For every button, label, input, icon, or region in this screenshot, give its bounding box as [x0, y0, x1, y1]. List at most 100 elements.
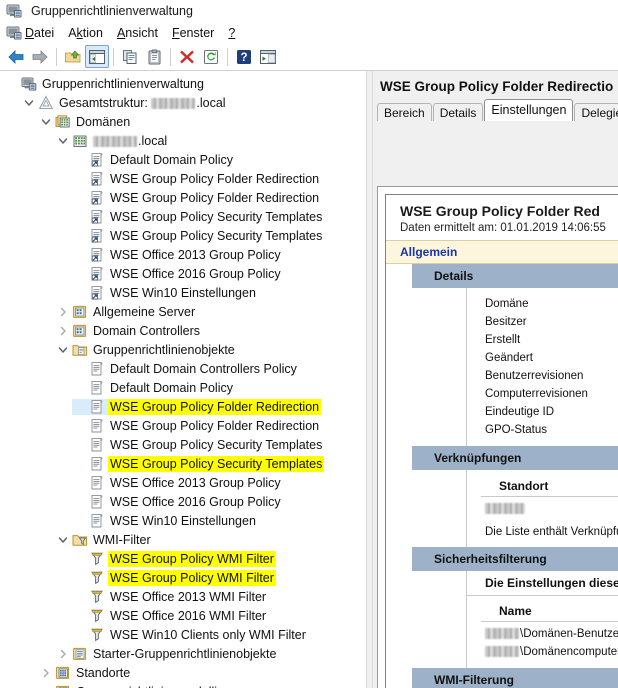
tree-item[interactable]: WMI-Filter [0, 530, 366, 549]
section-header-verknuepfungen[interactable]: Verknüpfungen [412, 446, 618, 470]
tree-item[interactable]: WSE Win10 Einstellungen [0, 511, 366, 530]
policy-tree[interactable]: Gruppenrichtlinienverwaltung Gesamtstrukt… [0, 71, 366, 688]
tree-item[interactable]: Default Domain Policy [0, 378, 366, 397]
detail-row: GPO-Status [485, 424, 547, 436]
gpo-icon [88, 418, 105, 434]
chevron-right-icon[interactable] [55, 304, 71, 320]
paste-icon[interactable] [142, 45, 166, 68]
chevron-none [72, 171, 88, 187]
help-icon[interactable]: ? [232, 45, 256, 68]
delete-icon[interactable] [175, 45, 199, 68]
gpo-link-icon [88, 152, 105, 168]
tree-item[interactable]: Domänen [0, 112, 366, 131]
tab-delegierung[interactable]: Delegierung [574, 103, 618, 121]
chevron-none [72, 494, 88, 510]
tree-item[interactable]: WSE Group Policy Folder Redirection [0, 397, 366, 416]
chevron-none [72, 266, 88, 282]
tab-bereich[interactable]: Bereich [377, 103, 432, 121]
chevron-none [72, 361, 88, 377]
tree-item[interactable]: WSE Group Policy Folder Redirection [0, 188, 366, 207]
domain-icon [71, 133, 88, 149]
chevron-down-icon[interactable] [38, 114, 54, 130]
copy-icon[interactable] [118, 45, 142, 68]
tree-item-label: Starter-Gruppenrichtlinienobjekte [93, 646, 277, 661]
tree-item-label: WSE Win10 Einstellungen [110, 513, 256, 528]
report-section-allgemein[interactable]: Allgemein [386, 240, 618, 264]
redacted-domain [485, 646, 519, 657]
tree-item[interactable]: WSE Group Policy Security Templates [0, 454, 366, 473]
section-header-sicherheitsfilterung[interactable]: Sicherheitsfilterung [412, 547, 618, 571]
details-tabs[interactable]: Bereich Details Einstellungen Delegierun… [377, 99, 618, 121]
tree-item[interactable]: WSE Office 2013 Group Policy [0, 473, 366, 492]
tree-pane[interactable]: Gruppenrichtlinienverwaltung Gesamtstrukt… [0, 71, 366, 688]
menu-datei[interactable]: Datei [25, 26, 54, 40]
chevron-none [72, 437, 88, 453]
chevron-right-icon[interactable] [38, 665, 54, 681]
chevron-down-icon[interactable] [55, 133, 71, 149]
chevron-none [72, 456, 88, 472]
tree-item[interactable]: Domain Controllers [0, 321, 366, 340]
tree-item[interactable]: Gruppenrichtlinienmodellierung [0, 682, 366, 688]
tree-item[interactable]: Standorte [0, 663, 366, 682]
tree-item-label: WSE Office 2016 Group Policy [110, 494, 281, 509]
section-header-details[interactable]: Details [412, 264, 618, 288]
security-principal-row: \Domänen-Benutzer [467, 625, 618, 643]
chevron-none [72, 513, 88, 529]
gpo-folder-icon [71, 342, 88, 358]
tree-item[interactable]: WSE Group Policy Security Templates [0, 435, 366, 454]
title-bar: Gruppenrichtlinienverwaltung [0, 0, 618, 22]
section-header-wmi-filterung[interactable]: WMI-Filterung [412, 668, 618, 688]
tree-item[interactable]: WSE Group Policy Security Templates [0, 226, 366, 245]
report-collected-at: Daten ermittelt am: 01.01.2019 14:06:55 [400, 222, 606, 234]
tree-item[interactable]: Default Domain Policy [0, 150, 366, 169]
refresh-icon[interactable] [199, 45, 223, 68]
tree-item[interactable]: WSE Group Policy WMI Filter [0, 549, 366, 568]
tree-item[interactable]: WSE Group Policy Security Templates [0, 207, 366, 226]
tree-item[interactable]: WSE Office 2016 Group Policy [0, 264, 366, 283]
tree-item[interactable]: WSE Win10 Clients only WMI Filter [0, 625, 366, 644]
tree-item-label: WSE Office 2016 WMI Filter [110, 608, 267, 623]
tree-item[interactable]: Allgemeine Server [0, 302, 366, 321]
menu-fenster[interactable]: Fenster [172, 26, 214, 40]
tree-item[interactable]: WSE Office 2016 WMI Filter [0, 606, 366, 625]
chevron-down-icon[interactable] [55, 532, 71, 548]
up-folder-icon[interactable] [61, 45, 85, 68]
export-list-icon[interactable] [256, 45, 280, 68]
chevron-right-icon[interactable] [55, 646, 71, 662]
tab-einstellungen[interactable]: Einstellungen [484, 99, 574, 121]
tree-item[interactable]: Gruppenrichtlinienobjekte [0, 340, 366, 359]
tree-item[interactable]: Default Domain Controllers Policy [0, 359, 366, 378]
tree-item[interactable]: .local [0, 131, 366, 150]
gpo-icon [88, 399, 105, 415]
detail-row: Erstellt [485, 334, 521, 346]
menu-aktion[interactable]: Aktion [68, 26, 103, 40]
menu-ansicht[interactable]: Ansicht [117, 26, 158, 40]
console-icon [20, 76, 37, 92]
tree-item[interactable]: WSE Office 2013 WMI Filter [0, 587, 366, 606]
tree-item[interactable]: WSE Group Policy WMI Filter [0, 568, 366, 587]
chevron-down-icon[interactable] [55, 342, 71, 358]
chevron-none [72, 551, 88, 567]
section-body-details: Domäne Besitzer Erstellt Geändert Benutz… [466, 288, 618, 446]
tree-item[interactable]: WSE Group Policy Folder Redirection [0, 169, 366, 188]
tree-item[interactable]: WSE Office 2013 Group Policy [0, 245, 366, 264]
tree-item[interactable]: WSE Group Policy Folder Redirection [0, 416, 366, 435]
back-icon[interactable] [4, 45, 28, 68]
chevron-right-icon[interactable] [55, 323, 71, 339]
gpo-icon [88, 475, 105, 491]
ou-icon [71, 323, 88, 339]
tree-item[interactable]: Gruppenrichtlinienverwaltung [0, 74, 366, 93]
splitter-handle[interactable] [366, 71, 373, 688]
details-pane: WSE Group Policy Folder Redirectio Berei… [373, 71, 618, 688]
tree-item[interactable]: Starter-Gruppenrichtlinienobjekte [0, 644, 366, 663]
tab-details[interactable]: Details [432, 103, 484, 121]
tree-item[interactable]: WSE Win10 Einstellungen [0, 283, 366, 302]
tree-item-label: Default Domain Controllers Policy [110, 361, 297, 376]
chevron-down-icon[interactable] [21, 95, 37, 111]
show-hide-tree-icon[interactable] [85, 45, 109, 68]
gpo-link-icon [88, 266, 105, 282]
tree-item[interactable]: Gesamtstruktur: .local [0, 93, 366, 112]
forward-icon[interactable] [28, 45, 52, 68]
tree-item[interactable]: WSE Office 2016 Group Policy [0, 492, 366, 511]
menu-help[interactable]: ? [228, 26, 235, 40]
